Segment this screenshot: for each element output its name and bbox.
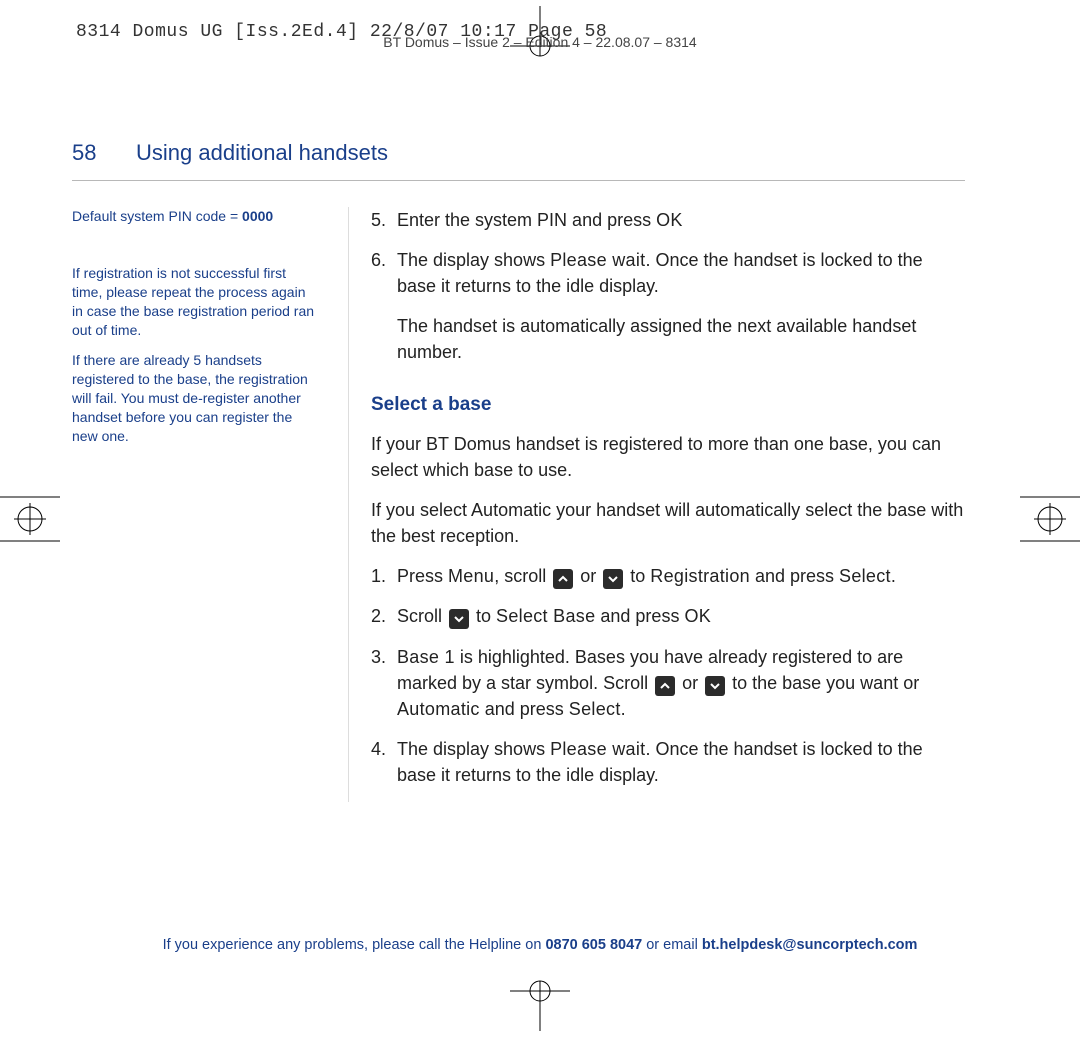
step-text: or bbox=[677, 673, 703, 693]
ui-label-ok: OK bbox=[684, 606, 711, 626]
select-base-step-2: 2. Scroll to Select Base and press OK bbox=[371, 603, 965, 629]
ui-label-please-wait: Please wait bbox=[550, 250, 645, 270]
step-text: Scroll bbox=[397, 606, 447, 626]
step-text: or bbox=[575, 566, 601, 586]
select-base-step-3: 3. Base 1 is highlighted. Bases you have… bbox=[371, 644, 965, 722]
step-5: 5. Enter the system PIN and press OK bbox=[371, 207, 965, 233]
chevron-down-icon bbox=[705, 676, 725, 696]
step-number: 1. bbox=[371, 563, 386, 589]
step-text: and press bbox=[750, 566, 839, 586]
page-title: Using additional handsets bbox=[136, 140, 388, 166]
ui-label-select: Select bbox=[839, 566, 891, 586]
sidebar-pin: Default system PIN code = 0000 bbox=[72, 207, 320, 226]
footer-text: If you experience any problems, please c… bbox=[163, 937, 546, 953]
step-text: , scroll bbox=[494, 566, 551, 586]
step-number: 2. bbox=[371, 603, 386, 629]
step-text: . bbox=[891, 566, 896, 586]
section-select-a-base: Select a base bbox=[371, 391, 965, 419]
ui-label-select: Select bbox=[569, 699, 621, 719]
para-auto-assigned: The handset is automatically assigned th… bbox=[371, 313, 965, 365]
select-base-step-4: 4. The display shows Please wait. Once t… bbox=[371, 736, 965, 788]
register-mark-left bbox=[0, 479, 70, 559]
sidebar-note-retry: If registration is not successful first … bbox=[72, 264, 320, 340]
sidebar-pin-value: 0000 bbox=[242, 208, 273, 224]
step-text: The display shows bbox=[397, 739, 550, 759]
sidebar: Default system PIN code = 0000 If regist… bbox=[72, 207, 320, 802]
footer-email: bt.helpdesk@suncorptech.com bbox=[702, 937, 918, 953]
footer-phone: 0870 605 8047 bbox=[545, 937, 642, 953]
step-number: 6. bbox=[371, 247, 386, 273]
ui-label-registration: Registration bbox=[650, 566, 750, 586]
ui-label-base-1: Base 1 bbox=[397, 647, 455, 667]
chevron-down-icon bbox=[603, 569, 623, 589]
register-mark-right bbox=[1010, 479, 1080, 559]
page-number: 58 bbox=[72, 140, 108, 166]
main-column: 5. Enter the system PIN and press OK 6. … bbox=[348, 207, 965, 802]
step-text: Enter the system PIN and press bbox=[397, 210, 656, 230]
chevron-up-icon bbox=[655, 676, 675, 696]
step-text: The display shows bbox=[397, 250, 550, 270]
step-number: 3. bbox=[371, 644, 386, 670]
chevron-up-icon bbox=[553, 569, 573, 589]
chevron-down-icon bbox=[449, 609, 469, 629]
step-text: . bbox=[621, 699, 626, 719]
para-multi-base: If your BT Domus handset is registered t… bbox=[371, 431, 965, 483]
ui-label-select-base: Select Base bbox=[496, 606, 595, 626]
footer-text: or email bbox=[642, 937, 702, 953]
page-body: 58 Using additional handsets Default sys… bbox=[72, 140, 965, 802]
page-heading: 58 Using additional handsets bbox=[72, 140, 965, 181]
sidebar-note-limit: If there are already 5 handsets register… bbox=[72, 351, 320, 445]
step-6: 6. The display shows Please wait. Once t… bbox=[371, 247, 965, 299]
step-text: and press bbox=[480, 699, 569, 719]
step-text: to bbox=[471, 606, 496, 626]
ui-label-automatic: Automatic bbox=[397, 699, 480, 719]
select-base-step-1: 1. Press Menu, scroll or to Registration… bbox=[371, 563, 965, 589]
step-text: to the base you want or bbox=[727, 673, 919, 693]
step-text: to bbox=[625, 566, 650, 586]
step-number: 4. bbox=[371, 736, 386, 762]
ui-label-please-wait: Please wait bbox=[550, 739, 645, 759]
footer: If you experience any problems, please c… bbox=[0, 937, 1080, 953]
register-mark-bottom bbox=[500, 971, 580, 1031]
para-automatic: If you select Automatic your handset wil… bbox=[371, 497, 965, 549]
ui-label-ok: OK bbox=[656, 210, 683, 230]
ui-label-menu: Menu bbox=[448, 566, 494, 586]
step-text: and press bbox=[595, 606, 684, 626]
step-number: 5. bbox=[371, 207, 386, 233]
doc-header: BT Domus – Issue 2 – Edition 4 – 22.08.0… bbox=[0, 34, 1080, 50]
sidebar-pin-label: Default system PIN code = bbox=[72, 208, 242, 224]
step-text: Press bbox=[397, 566, 448, 586]
